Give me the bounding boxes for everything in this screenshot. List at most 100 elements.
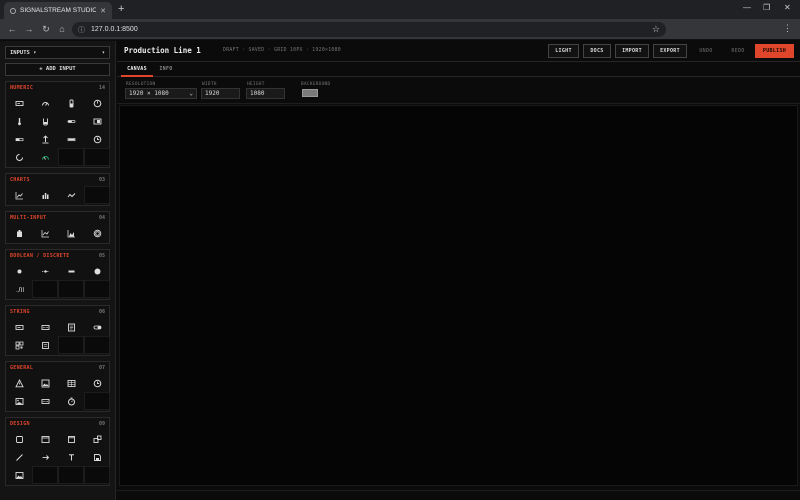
browser-tab[interactable]: SIGNALSTREAM STUDIO ✕ xyxy=(4,2,112,19)
component-tile[interactable] xyxy=(6,148,32,166)
width-input[interactable]: 1920 xyxy=(201,88,240,99)
resolution-label: RESOLUTION xyxy=(126,82,156,87)
component-tile[interactable] xyxy=(84,112,110,130)
component-tile[interactable] xyxy=(32,94,58,112)
component-tile[interactable] xyxy=(58,94,84,112)
component-tile[interactable] xyxy=(32,430,58,448)
import-button[interactable]: IMPORT xyxy=(615,44,649,58)
export-button[interactable]: EXPORT xyxy=(653,44,687,58)
component-tile[interactable]: .ЛГ xyxy=(6,280,32,298)
component-tile[interactable] xyxy=(32,448,58,466)
dial-icon xyxy=(93,99,101,107)
component-tile[interactable] xyxy=(6,94,32,112)
component-group-header[interactable]: STRING 06 xyxy=(6,306,109,318)
component-tile[interactable] xyxy=(58,430,84,448)
qr-icon xyxy=(15,341,23,349)
light-theme-button[interactable]: LIGHT xyxy=(548,44,579,58)
component-tile[interactable] xyxy=(84,130,110,148)
canvas-horizontal-scrollbar[interactable] xyxy=(117,490,800,500)
component-tile[interactable] xyxy=(6,392,32,410)
home-icon[interactable]: ⌂ xyxy=(56,23,68,35)
component-tile[interactable] xyxy=(6,262,32,280)
component-tile[interactable] xyxy=(58,112,84,130)
new-tab-icon[interactable]: + xyxy=(118,2,124,16)
background-color-swatch[interactable] xyxy=(302,89,318,97)
component-group-name: GENERAL xyxy=(10,365,34,371)
component-tile[interactable] xyxy=(84,448,110,466)
component-group-header[interactable]: BOOLEAN / DISCRETE 05 xyxy=(6,250,109,262)
component-tile[interactable] xyxy=(58,130,84,148)
component-tile[interactable] xyxy=(32,224,58,242)
component-tile[interactable] xyxy=(32,112,58,130)
add-input-button[interactable]: + ADD INPUT xyxy=(5,63,110,76)
address-bar[interactable]: ⓘ 127.0.0.1:8500 ☆ xyxy=(72,22,666,37)
back-icon[interactable]: ← xyxy=(6,23,18,35)
design-canvas[interactable] xyxy=(119,105,798,486)
component-tile[interactable] xyxy=(84,374,110,392)
component-tile[interactable] xyxy=(84,224,110,242)
component-tile[interactable] xyxy=(6,318,32,336)
browser-menu-icon[interactable]: ⋮ xyxy=(783,24,792,33)
component-tile[interactable] xyxy=(32,262,58,280)
component-tile[interactable] xyxy=(84,262,110,280)
browser-nav-bar: ← → ↻ ⌂ ⓘ 127.0.0.1:8500 ☆ ⋮ xyxy=(0,19,800,40)
component-tile[interactable] xyxy=(32,130,58,148)
component-tile[interactable] xyxy=(58,224,84,242)
component-tile[interactable] xyxy=(6,336,32,354)
component-tile[interactable] xyxy=(84,318,110,336)
tab-info[interactable]: INFO xyxy=(155,63,177,77)
component-tile[interactable] xyxy=(32,392,58,410)
component-tile[interactable] xyxy=(58,318,84,336)
url-text: 127.0.0.1:8500 xyxy=(91,26,138,33)
component-tile[interactable] xyxy=(84,94,110,112)
resolution-select[interactable]: 1920 × 1080 ⌄ xyxy=(125,88,197,99)
chevron-down-icon: ▾ xyxy=(101,49,105,56)
component-tile[interactable] xyxy=(32,148,58,166)
tab-canvas[interactable]: CANVAS xyxy=(121,63,153,77)
component-tile[interactable] xyxy=(6,430,32,448)
component-tile[interactable] xyxy=(32,318,58,336)
component-tile[interactable] xyxy=(58,392,84,410)
switch-icon xyxy=(41,269,49,273)
component-tile[interactable] xyxy=(6,448,32,466)
restore-icon[interactable]: ❐ xyxy=(763,3,770,12)
component-group-header[interactable]: GENERAL 07 xyxy=(6,362,109,374)
component-tile[interactable] xyxy=(6,186,32,204)
redo-button[interactable]: REDO xyxy=(723,44,753,58)
component-group-header[interactable]: NUMERIC 14 xyxy=(6,82,109,94)
component-group-header[interactable]: DESIGN 09 xyxy=(6,418,109,430)
component-tile[interactable] xyxy=(84,430,110,448)
close-tab-icon[interactable]: ✕ xyxy=(100,7,106,15)
component-tile[interactable] xyxy=(58,186,84,204)
component-tile[interactable] xyxy=(58,262,84,280)
component-tile[interactable] xyxy=(6,112,32,130)
height-input[interactable]: 1080 xyxy=(246,88,285,99)
window-close-icon[interactable]: ✕ xyxy=(784,3,791,12)
resolution-value: 1920 × 1080 xyxy=(129,90,169,97)
forward-icon[interactable]: → xyxy=(23,23,35,35)
height-label: HEIGHT xyxy=(247,82,265,87)
component-tile[interactable] xyxy=(32,336,58,354)
window-icon xyxy=(41,435,49,443)
component-tile[interactable] xyxy=(6,130,32,148)
component-tile[interactable] xyxy=(58,374,84,392)
empty-tile xyxy=(58,466,84,484)
component-tile[interactable] xyxy=(6,224,32,242)
publish-button[interactable]: PUBLISH xyxy=(755,44,794,58)
inputs-dropdown[interactable]: INPUTS ▾ ▾ xyxy=(5,46,110,59)
reload-icon[interactable]: ↻ xyxy=(40,23,52,35)
docs-button[interactable]: DOCS xyxy=(583,44,611,58)
component-tile[interactable] xyxy=(6,466,32,484)
component-group-header[interactable]: MULTI-INPUT 04 xyxy=(6,212,109,224)
component-tile[interactable] xyxy=(58,448,84,466)
bookmark-star-icon[interactable]: ☆ xyxy=(652,24,660,35)
component-tile[interactable] xyxy=(32,374,58,392)
undo-button[interactable]: UNDO xyxy=(691,44,721,58)
component-tile[interactable] xyxy=(6,374,32,392)
component-tile[interactable] xyxy=(32,186,58,204)
label-icon xyxy=(93,325,101,329)
component-group-header[interactable]: CHARTS 03 xyxy=(6,174,109,186)
text-icon xyxy=(68,453,74,460)
minimize-icon[interactable]: — xyxy=(743,3,751,12)
site-info-icon[interactable]: ⓘ xyxy=(78,25,85,35)
